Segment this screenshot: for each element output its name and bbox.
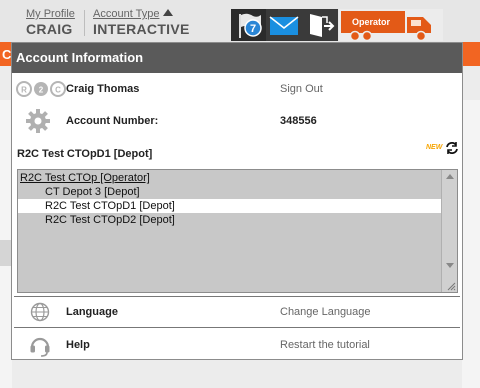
header-divider [84,10,85,36]
change-language-link[interactable]: Change Language [280,306,371,318]
notifications-button[interactable]: 7 [231,9,266,41]
account-type-link[interactable]: Account Type [93,8,190,21]
operator-truck[interactable]: Operator [339,9,443,42]
divider [14,296,460,297]
mail-icon [269,16,299,35]
scroll-up-icon[interactable] [446,174,454,179]
restart-tutorial-link[interactable]: Restart the tutorial [280,339,370,351]
resize-grip-icon[interactable] [446,281,456,291]
svg-text:R: R [21,86,27,95]
help-label: Help [66,339,90,351]
depot-option[interactable]: CT Depot 3 [Depot] [18,185,441,199]
scroll-down-icon[interactable] [446,263,454,268]
user-name: Craig Thomas [66,83,140,95]
headset-icon [30,337,50,357]
listbox-scrollbar[interactable] [441,170,457,292]
account-number-label: Account Number: [66,115,159,127]
exit-door-icon [310,14,335,37]
my-profile[interactable]: My Profile CRAIG [26,8,75,37]
svg-text:C: C [55,86,61,95]
depot-option[interactable]: R2C Test CTOpD2 [Depot] [18,213,441,227]
globe-icon [30,302,50,322]
language-label: Language [66,306,118,318]
current-depot: R2C Test CTOpD1 [Depot] [17,148,153,160]
top-bar: My Profile CRAIG Account Type INTERACTIV… [0,0,480,42]
depot-listbox[interactable]: R2C Test CTOp [Operator] CT Depot 3 [Dep… [17,169,458,293]
depot-option-operator[interactable]: R2C Test CTOp [Operator] [18,171,441,185]
notification-count: 7 [250,23,256,35]
background-panel-right [462,100,480,388]
logout-button[interactable] [302,9,338,41]
r2c-logo-icon: R 2 C [16,81,66,97]
account-info-popup: Account Information R 2 C Craig Thomas S… [11,42,463,360]
popup-title: Account Information [12,43,462,73]
account-type[interactable]: Account Type INTERACTIVE [93,8,190,37]
refresh-icon[interactable] [445,141,459,155]
account-number-value: 348556 [280,115,317,127]
truck-icon: Operator [341,11,431,42]
svg-text:2: 2 [39,86,44,95]
account-type-value: INTERACTIVE [93,21,190,37]
truck-label: Operator [352,17,391,27]
divider [14,327,460,328]
my-profile-link[interactable]: My Profile [26,8,75,21]
depot-option-selected[interactable]: R2C Test CTOpD1 [Depot] [18,199,441,213]
triangle-up-icon [163,9,174,16]
gear-icon [26,109,50,133]
profile-user: CRAIG [26,21,73,37]
new-badge: NEW [426,144,443,151]
flag-icon: 7 [239,13,262,38]
messages-button[interactable] [266,9,302,41]
sign-out-link[interactable]: Sign Out [280,83,323,95]
